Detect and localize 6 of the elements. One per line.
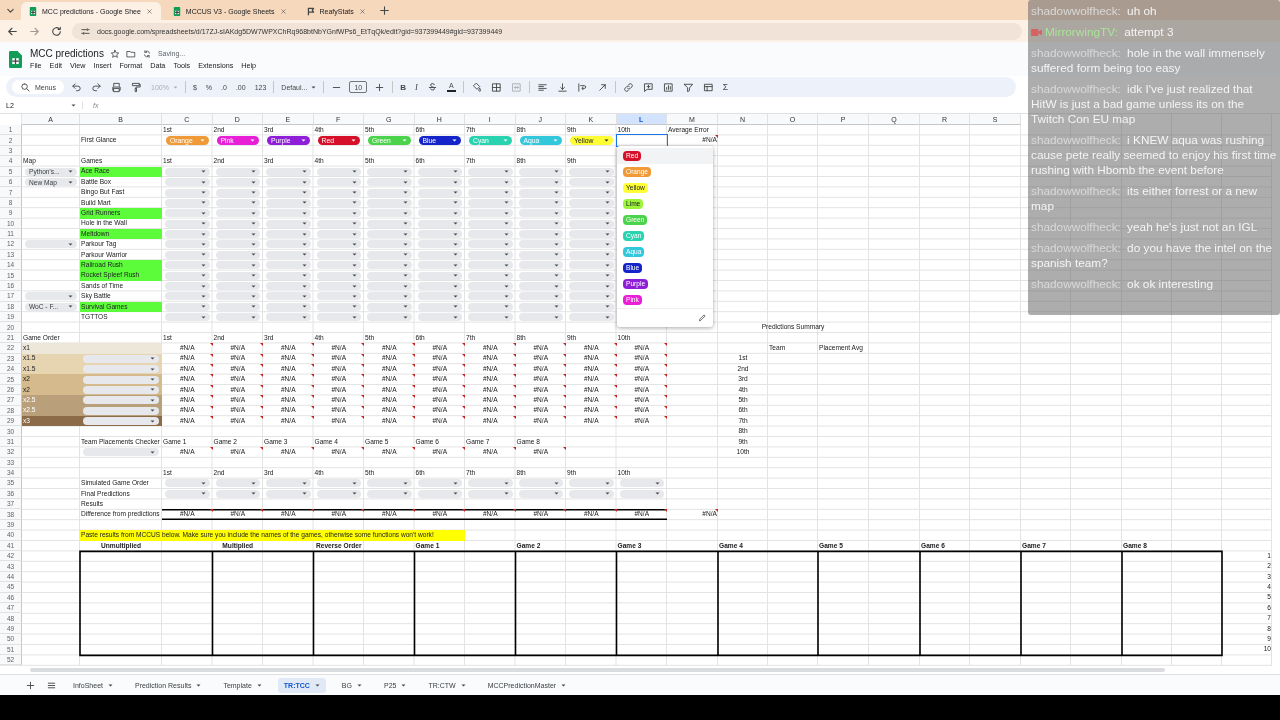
bold-button[interactable]: B (398, 80, 408, 94)
chat-message: shadowwolfheck: uh oh (1031, 4, 1158, 19)
chat-message: MirrorwingTV: attempt 3 (1045, 25, 1175, 40)
italic-button[interactable]: I (413, 80, 420, 94)
document-title[interactable]: MCC predictions (30, 48, 104, 59)
functions-button[interactable]: Σ (720, 80, 731, 94)
